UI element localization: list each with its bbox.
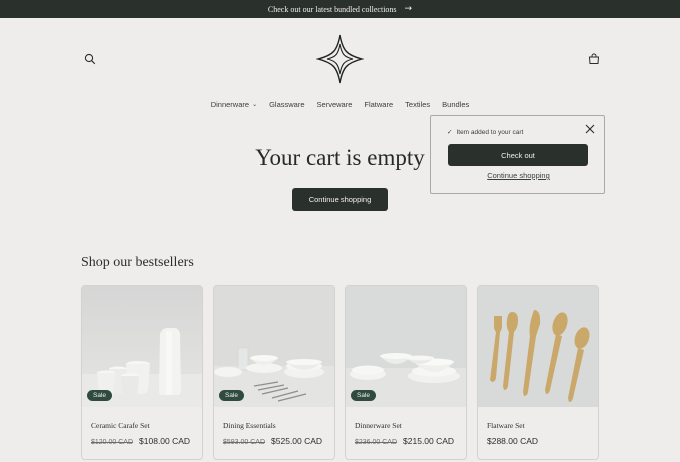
nav-item-dinnerware[interactable]: Dinnerware ⌄ xyxy=(211,100,257,109)
search-icon[interactable] xyxy=(82,51,98,67)
regular-price: $120.00 CAD xyxy=(91,439,134,446)
product-card[interactable]: Sale Ceramic Carafe Set $120.00 CAD $108… xyxy=(81,285,203,460)
item-added-text: Item added to your cart xyxy=(456,128,524,136)
product-card[interactable]: Flatware Set $288.00 CAD xyxy=(477,285,599,460)
item-added-message: ✓ Item added to your cart xyxy=(447,128,524,137)
cart-notification: ✓ Item added to your cart Check out Cont… xyxy=(430,115,605,194)
product-image[interactable] xyxy=(214,286,334,407)
regular-price: $593.00 CAD xyxy=(223,439,266,446)
close-icon[interactable] xyxy=(584,122,596,134)
nav-item-serveware[interactable]: Serveware xyxy=(317,100,353,109)
cart-icon[interactable] xyxy=(586,51,602,67)
product-image[interactable] xyxy=(346,286,466,407)
sale-badge: Sale xyxy=(219,390,245,401)
nav-item-glassware[interactable]: Glassware xyxy=(269,100,304,109)
continue-shopping-button[interactable]: Continue shopping xyxy=(292,188,388,211)
announcement-text[interactable]: Check out our latest bundled collections xyxy=(268,5,397,14)
product-card[interactable]: Sale Dinnerware Set $236.00 CAD $215.00 … xyxy=(345,285,467,460)
sale-price: $215.00 CAD xyxy=(403,436,455,446)
product-price: $120.00 CAD $108.00 CAD xyxy=(91,436,190,446)
sale-price: $525.00 CAD xyxy=(271,436,323,446)
continue-shopping-link[interactable]: Continue shopping xyxy=(431,171,606,180)
sale-badge: Sale xyxy=(87,390,113,401)
product-image[interactable] xyxy=(478,286,598,407)
check-icon: ✓ xyxy=(447,129,453,136)
product-name[interactable]: Dinnerware Set xyxy=(355,421,402,430)
chevron-down-icon: ⌄ xyxy=(252,102,258,108)
nav-item-flatware[interactable]: Flatware xyxy=(364,100,393,109)
nav-item-textiles[interactable]: Textiles xyxy=(405,100,430,109)
store-logo[interactable] xyxy=(315,33,365,85)
product-price: $236.00 CAD $215.00 CAD xyxy=(355,436,454,446)
regular-price: $236.00 CAD xyxy=(355,439,398,446)
nav-item-bundles[interactable]: Bundles xyxy=(442,100,469,109)
product-name[interactable]: Ceramic Carafe Set xyxy=(91,421,150,430)
checkout-button[interactable]: Check out xyxy=(448,144,588,166)
announcement-bar[interactable]: Check out our latest bundled collections… xyxy=(0,0,680,18)
product-image[interactable] xyxy=(82,286,202,407)
sale-badge: Sale xyxy=(351,390,377,401)
product-price: $593.00 CAD $525.00 CAD xyxy=(223,436,322,446)
product-name[interactable]: Flatware Set xyxy=(487,421,525,430)
sale-price: $108.00 CAD xyxy=(139,436,191,446)
product-price: $288.00 CAD xyxy=(487,436,538,446)
product-card[interactable]: Sale Dining Essentials $593.00 CAD $525.… xyxy=(213,285,335,460)
section-title: Shop our bestsellers xyxy=(81,255,194,270)
product-name[interactable]: Dining Essentials xyxy=(223,421,276,430)
main-nav: Dinnerware ⌄ Glassware Serveware Flatwar… xyxy=(0,100,680,109)
arrow-right-icon: → xyxy=(404,4,413,14)
regular-price: $288.00 CAD xyxy=(487,436,539,446)
